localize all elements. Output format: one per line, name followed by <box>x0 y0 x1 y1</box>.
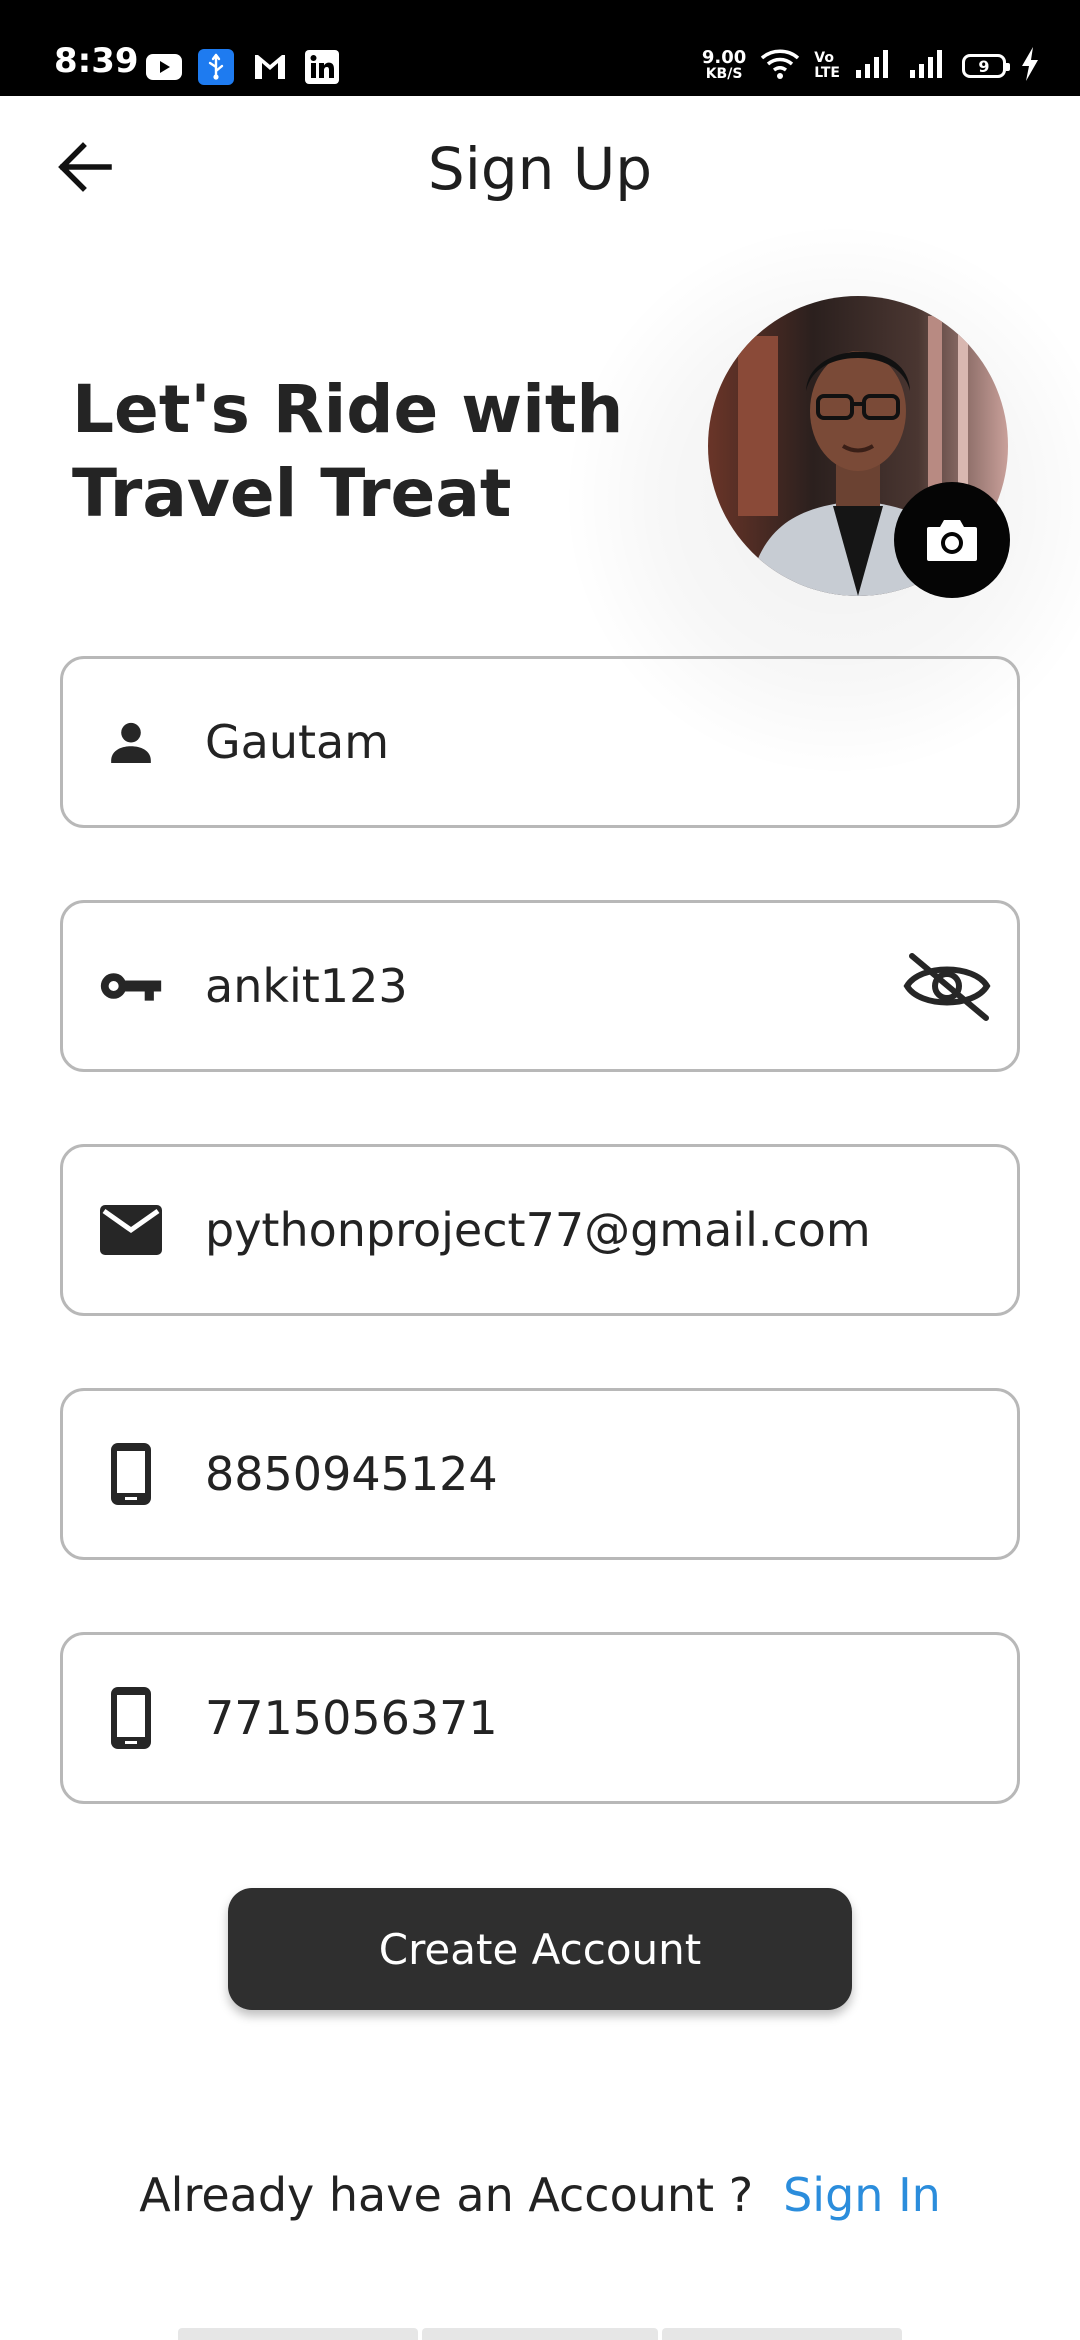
signin-link[interactable]: Sign In <box>783 2168 941 2222</box>
signup-screen: 8:39 9.00 KB/S Vo LTE 9 Sign Up Let's Ri… <box>0 0 1080 2340</box>
usb-icon <box>198 49 234 85</box>
bottom-edge-segment <box>178 2328 418 2340</box>
volte-top: Vo <box>814 50 834 66</box>
bottom-edge-segment <box>662 2328 902 2340</box>
signal-icon <box>854 48 894 84</box>
password-input[interactable] <box>205 903 925 1069</box>
phone-field[interactable] <box>60 1388 1020 1560</box>
phone-icon <box>99 1686 163 1750</box>
change-photo-button[interactable] <box>894 482 1010 598</box>
email-field[interactable] <box>60 1144 1020 1316</box>
gmail-icon <box>252 50 288 84</box>
camera-icon <box>927 520 977 561</box>
linkedin-icon <box>304 50 340 84</box>
signin-row: Already have an Account ? Sign In <box>0 2168 1080 2222</box>
volte-bottom: LTE <box>814 65 840 81</box>
key-icon <box>99 954 163 1018</box>
volte-indicator: Vo LTE <box>814 51 840 81</box>
email-input[interactable] <box>205 1147 925 1313</box>
eye-off-icon <box>903 953 991 1021</box>
alt-phone-input[interactable] <box>205 1635 925 1801</box>
phone-icon <box>99 1442 163 1506</box>
signal-icon <box>908 48 948 84</box>
alt-phone-field[interactable] <box>60 1632 1020 1804</box>
network-speed-unit: KB/S <box>705 66 743 82</box>
battery-icon: 9 <box>962 54 1010 78</box>
headline: Let's Ride with Travel Treat <box>72 371 624 532</box>
person-icon <box>99 710 163 774</box>
name-input[interactable] <box>205 659 925 825</box>
page-title: Sign Up <box>427 135 653 203</box>
phone-input[interactable] <box>205 1391 925 1557</box>
wifi-icon <box>760 48 800 84</box>
name-field[interactable] <box>60 656 1020 828</box>
battery-level: 9 <box>978 56 990 76</box>
create-account-button[interactable]: Create Account <box>228 1888 852 2010</box>
password-field[interactable] <box>60 900 1020 1072</box>
mail-icon <box>99 1198 163 1262</box>
status-right-cluster: 9.00 KB/S Vo LTE 9 <box>702 46 1040 86</box>
status-time: 8:39 <box>54 41 139 81</box>
status-bar: 8:39 9.00 KB/S Vo LTE 9 <box>0 0 1080 96</box>
charging-icon <box>1020 47 1040 85</box>
youtube-icon <box>146 50 182 84</box>
password-visibility-toggle[interactable] <box>899 938 995 1034</box>
network-speed: 9.00 KB/S <box>702 49 746 83</box>
signin-prompt: Already have an Account ? <box>139 2168 754 2222</box>
bottom-edge-segment <box>422 2328 658 2340</box>
network-speed-value: 9.00 <box>701 47 747 68</box>
